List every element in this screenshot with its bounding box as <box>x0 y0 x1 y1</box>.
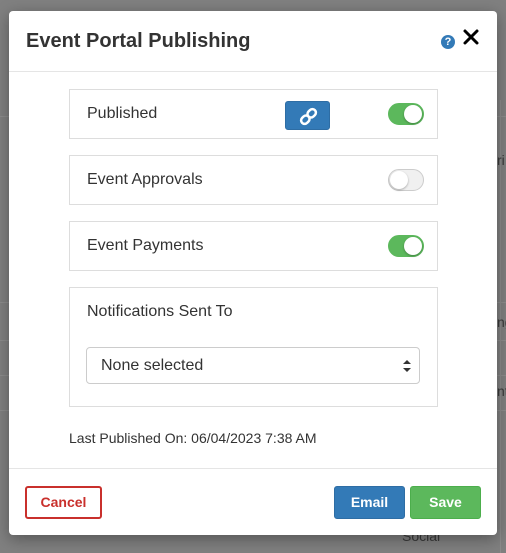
approvals-panel: Event Approvals <box>69 155 438 205</box>
approvals-label: Event Approvals <box>87 171 203 188</box>
copy-link-button[interactable] <box>285 101 330 130</box>
sort-arrows-icon <box>403 360 411 372</box>
cancel-button[interactable]: Cancel <box>25 486 102 519</box>
payments-toggle[interactable] <box>388 235 424 257</box>
toggle-knob <box>390 171 408 189</box>
bg-fragment: nt <box>497 383 506 399</box>
notifications-select[interactable]: None selected <box>86 347 420 384</box>
bg-fragment: ng <box>497 314 506 330</box>
published-toggle[interactable] <box>388 103 424 125</box>
email-button[interactable]: Email <box>334 486 405 519</box>
toggle-knob <box>404 105 422 123</box>
modal-footer: Cancel Email Save <box>9 468 497 535</box>
published-panel: Published <box>69 89 438 139</box>
payments-label: Event Payments <box>87 237 204 254</box>
notifications-label: Notifications Sent To <box>87 303 233 320</box>
modal-header: Event Portal Publishing ? <box>9 11 497 72</box>
save-button[interactable]: Save <box>410 486 481 519</box>
approvals-toggle[interactable] <box>388 169 424 191</box>
bg-fragment: ri <box>497 152 505 168</box>
toggle-knob <box>404 237 422 255</box>
notifications-panel: Notifications Sent To None selected <box>69 287 438 407</box>
publishing-modal: Event Portal Publishing ? Published Even… <box>9 11 497 535</box>
link-icon <box>299 107 318 126</box>
modal-title: Event Portal Publishing <box>26 30 251 52</box>
published-label: Published <box>87 105 158 122</box>
help-icon[interactable]: ? <box>441 35 455 49</box>
notifications-selected-value: None selected <box>101 357 204 374</box>
payments-panel: Event Payments <box>69 221 438 271</box>
last-published-text: Last Published On: 06/04/2023 7:38 AM <box>69 430 317 446</box>
